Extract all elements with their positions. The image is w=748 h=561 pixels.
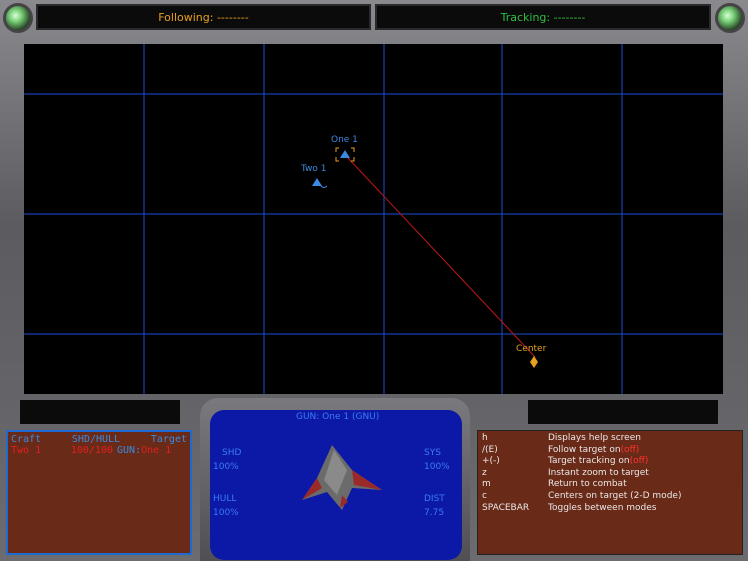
center-marker-icon [530,356,538,368]
help-row: +(-) Target tracking on(off) [482,456,738,468]
craft-status-panel: Craft SHD/HULL Target Two 1 100/100 GUN:… [6,430,192,555]
col-target: Target [150,434,187,445]
following-text: Following: -------- [158,10,249,24]
help-state: (off) [620,444,640,455]
sys-label: SYS [424,448,441,458]
dist-label: DIST [424,494,445,504]
help-row: /(E) Follow target on(off) [482,445,738,457]
shd-value: 100% [213,462,239,472]
following-display: Following: -------- [36,4,371,30]
col-shd-hull: SHD/HULL [71,434,121,445]
craft-row[interactable]: Two 1 100/100 GUN: One 1 [11,445,187,456]
help-desc: Return to combat [548,479,627,490]
help-key: h [482,433,488,443]
help-desc: Centers on target (2-D mode) [548,490,682,501]
help-row: c Centers on target (2-D mode) [482,491,738,503]
right-corner-light-icon [715,3,745,33]
ship-label-one-1: One 1 [331,135,358,145]
tracking-display: Tracking: -------- [375,4,711,30]
help-desc: Follow target on(off) [548,445,639,457]
ship-label-center: Center [516,344,547,354]
left-corner-light-icon [3,3,33,33]
hull-label: HULL [213,494,237,504]
sys-value: 100% [424,462,450,472]
help-row: z Instant zoom to target [482,468,738,480]
right-slot [528,400,718,424]
tactical-map[interactable]: One 1 Two 1 Center [24,44,723,394]
help-row: m Return to combat [482,479,738,491]
map-grid [24,44,723,394]
help-desc: Target tracking on(off) [548,456,648,468]
help-desc: Toggles between modes [548,502,657,513]
target-viewer: GUN: One 1 (GNU) SHD 100% HULL 100% SYS … [210,410,462,560]
craft-table-header: Craft SHD/HULL Target [11,434,187,445]
help-state: (off) [629,456,649,467]
help-row: h Displays help screen [482,433,738,445]
craft-target-prefix: GUN: [117,445,142,456]
help-desc: Instant zoom to target [548,467,649,478]
ship-one-1-icon [335,147,355,162]
help-key: SPACEBAR [482,502,530,513]
hull-value: 100% [213,508,239,518]
target-ship-model-icon [302,445,382,510]
help-key: /(E) [482,444,498,455]
tracking-text: Tracking: -------- [500,10,586,24]
shd-label: SHD [222,448,242,458]
help-row: SPACEBAR Toggles between modes [482,503,738,515]
ship-label-two-1: Two 1 [301,164,327,174]
help-desc-text: Follow target on [548,444,621,455]
dist-value: 7.75 [424,508,445,518]
help-key: m [482,479,491,490]
help-key: c [482,490,487,501]
ship-two-1-icon [312,178,328,188]
help-desc-text: Target tracking on [548,456,630,467]
col-craft: Craft [11,434,42,445]
help-key: z [482,467,487,478]
viewer-title: GUN: One 1 (GNU) [296,412,380,422]
help-key: +(-) [482,456,500,467]
help-desc: Displays help screen [548,433,641,443]
craft-target: One 1 [141,445,172,456]
craft-shd-hull: 100/100 [70,445,113,456]
left-slot [20,400,180,424]
track-line [346,156,536,358]
craft-name: Two 1 [11,445,42,456]
grid-lines [24,44,723,394]
help-panel: h Displays help screen /(E) Follow targe… [477,430,743,555]
